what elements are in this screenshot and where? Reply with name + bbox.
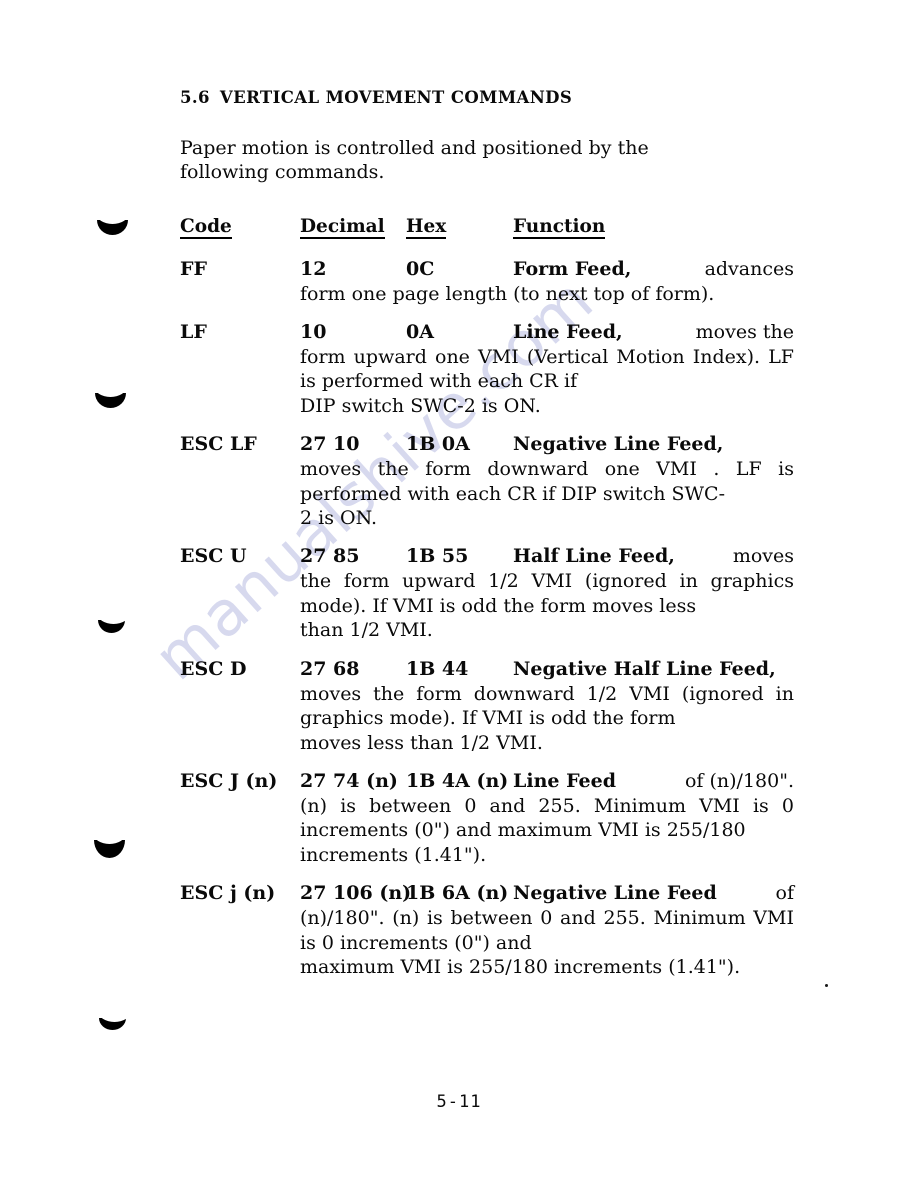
cell-hex: 1B 0A <box>406 433 470 456</box>
cell-decimal: 27 74 (n) <box>300 769 398 792</box>
table-row: LF 10 0A Line Feed, moves the form upwar… <box>180 320 794 418</box>
table-row: ESC LF 27 10 1B 0A Negative Line Feed, m… <box>180 432 794 530</box>
document-page: manualshive.com 5.6 VERTICAL MOVEMENT COM… <box>0 0 918 1188</box>
cell-function-body: moves the form downward 1/2 VMI (ignored… <box>300 682 794 754</box>
cell-function-body: (n) is between 0 and 255. Minimum VMI is… <box>300 794 794 866</box>
cell-function-first-tail: advances <box>704 257 794 280</box>
cell-code: ESC J (n) <box>180 769 278 792</box>
cell-function-body: moves the form downward one VMI . LF is … <box>300 458 794 530</box>
cell-decimal: 27 10 <box>300 433 360 456</box>
cell-function-name: Negative Line Feed <box>513 882 717 905</box>
cell-hex: 1B 6A (n) <box>406 882 509 905</box>
cell-code: ESC U <box>180 545 247 568</box>
cell-decimal: 10 <box>300 321 327 344</box>
cell-function-first-tail: moves the <box>695 321 794 344</box>
binding-mark-icon <box>97 613 130 633</box>
page-title: 5.6 VERTICAL MOVEMENT COMMANDS <box>180 0 794 107</box>
binding-mark-icon <box>96 213 129 235</box>
cell-code: LF <box>180 321 207 344</box>
cell-code: ESC LF <box>180 433 257 456</box>
column-header-decimal: Decimal <box>300 216 385 240</box>
table-row: FF 12 0C Form Feed, advances form one pa… <box>180 257 794 306</box>
cell-code: ESC j (n) <box>180 882 276 905</box>
cell-code: FF <box>180 257 207 280</box>
table-row: ESC U 27 85 1B 55 Half Line Feed, moves … <box>180 544 794 642</box>
cell-hex: 0C <box>406 257 435 280</box>
section-title-text: VERTICAL MOVEMENT COMMANDS <box>219 88 573 107</box>
intro-line-2: following commands. <box>180 161 385 184</box>
binding-mark-icon <box>94 386 127 408</box>
intro-paragraph: Paper motion is controlled and positione… <box>180 107 794 185</box>
cell-function-name: Half Line Feed, <box>513 545 675 568</box>
cell-decimal: 12 <box>300 257 327 280</box>
cell-function-name: Negative Line Feed, <box>513 433 724 456</box>
cell-hex: 0A <box>406 321 434 344</box>
cell-function-name: Form Feed, <box>513 257 632 280</box>
cell-function-body: form one page length (to next top of for… <box>300 282 715 305</box>
cell-function-first-tail: of (n)/180". <box>684 769 794 792</box>
cell-hex: 1B 44 <box>406 657 469 680</box>
cell-function-name: Line Feed <box>513 769 617 792</box>
page-number: 5-11 <box>436 1092 482 1112</box>
cell-function-first-tail: moves <box>732 545 794 568</box>
cell-hex: 1B 4A (n) <box>406 769 509 792</box>
cell-decimal: 27 68 <box>300 657 360 680</box>
table-row: ESC j (n) 27 106 (n) 1B 6A (n) Negative … <box>180 881 794 979</box>
cell-function-first-tail: of <box>775 882 794 905</box>
cell-function-name: Negative Half Line Feed, <box>513 657 776 680</box>
commands-table: Code Decimal Hex Function FF 12 0C Form … <box>180 216 794 980</box>
column-header-hex: Hex <box>406 216 447 240</box>
cell-code: ESC D <box>180 657 247 680</box>
table-header-row: Code Decimal Hex Function <box>180 216 794 243</box>
cell-hex: 1B 55 <box>406 545 469 568</box>
intro-line-1: Paper motion is controlled and positione… <box>180 137 649 159</box>
table-row: ESC J (n) 27 74 (n) 1B 4A (n) Line Feed … <box>180 769 794 867</box>
cell-decimal: 27 85 <box>300 545 360 568</box>
column-header-function: Function <box>513 216 606 240</box>
page-footer: 5-11 <box>0 1092 918 1112</box>
column-header-code: Code <box>180 216 232 240</box>
scan-speck-artifact <box>825 984 828 987</box>
cell-function-name: Line Feed, <box>513 321 623 344</box>
table-row: ESC D 27 68 1B 44 Negative Half Line Fee… <box>180 657 794 755</box>
page-content: 5.6 VERTICAL MOVEMENT COMMANDS Paper moti… <box>180 0 794 979</box>
cell-function-body: form upward one VMI (Vertical Motion Ind… <box>300 346 794 417</box>
section-number: 5.6 <box>180 88 210 107</box>
cell-function-body: (n)/180". (n) is between 0 and 255. Mini… <box>300 907 794 978</box>
cell-decimal: 27 106 (n) <box>300 882 412 905</box>
binding-mark-icon <box>98 1011 131 1030</box>
cell-function-body: the form upward 1/2 VMI (ignored in grap… <box>300 570 794 642</box>
binding-mark-icon <box>93 833 126 858</box>
